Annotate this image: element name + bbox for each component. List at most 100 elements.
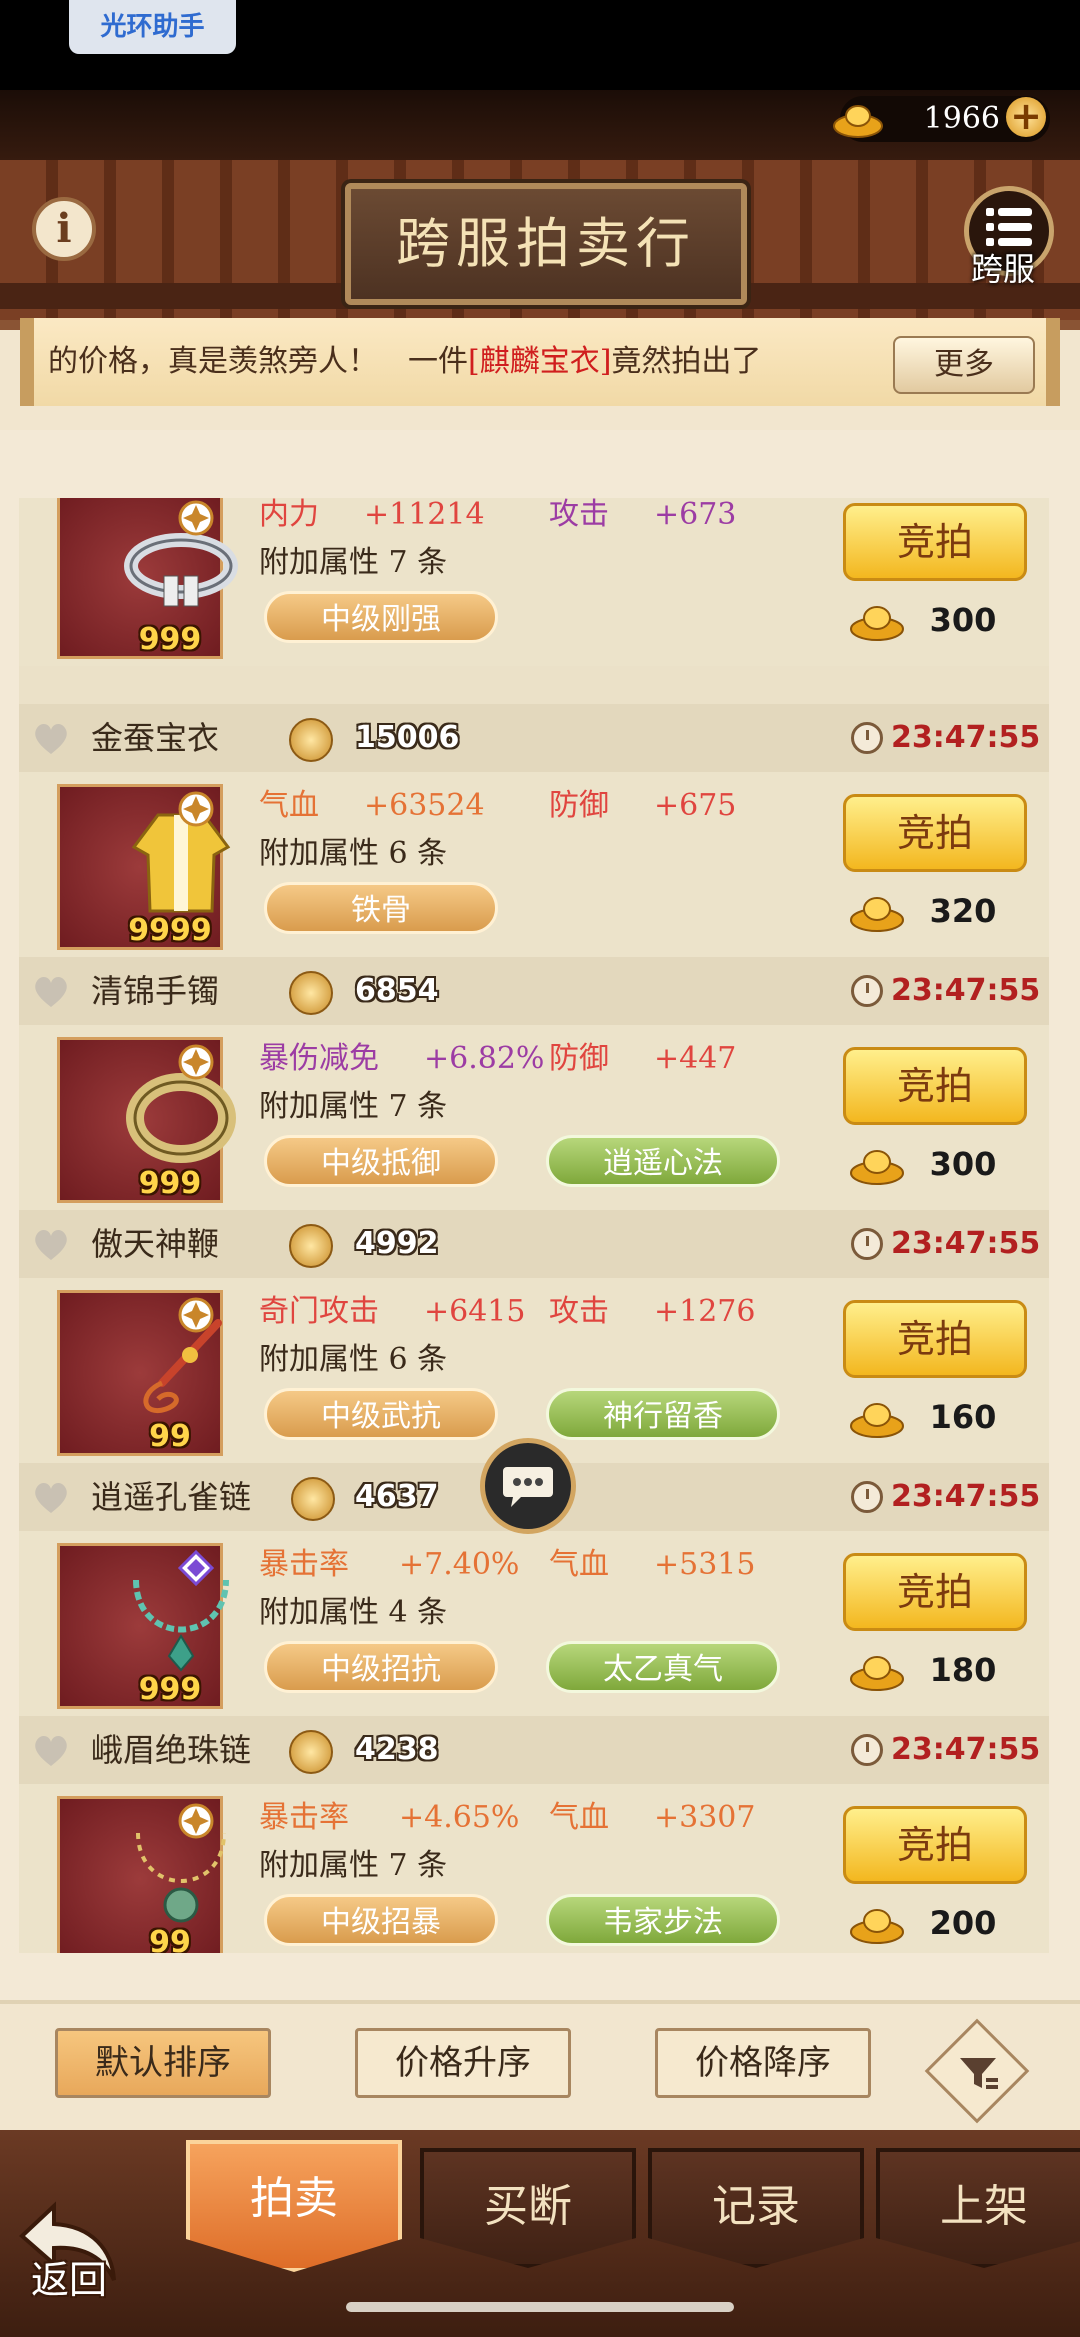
item-price: 4992 bbox=[355, 1226, 439, 1261]
bid-button[interactable]: 竞拍 bbox=[843, 1300, 1027, 1378]
item-name: 逍遥孔雀链 bbox=[91, 1478, 252, 1516]
heart-icon[interactable] bbox=[31, 1479, 71, 1515]
list-item: 傲天神鞭 4992 23:47:55 99 奇门攻击 +6415 攻击 +127… bbox=[19, 1210, 1049, 1463]
list-item: 999 内力 +11214 攻击 +673 附加属性 7 条 中级刚强 竞拍 3… bbox=[19, 498, 1049, 666]
item-quantity: 99 bbox=[149, 1419, 191, 1454]
stat2-value: +5315 bbox=[654, 1547, 756, 1582]
chat-button[interactable] bbox=[480, 1438, 576, 1534]
item-tag: 中级刚强 bbox=[264, 591, 498, 643]
announcement-text: 的价格，真是羡煞旁人！ 一件[麒麟宝衣]竟然拍出了 bbox=[48, 318, 898, 406]
bid-button[interactable]: 竞拍 bbox=[843, 1553, 1027, 1631]
stat2-value: +3307 bbox=[654, 1800, 756, 1835]
clock-icon bbox=[851, 1228, 883, 1260]
bid-button[interactable]: 竞拍 bbox=[843, 1047, 1027, 1125]
item-thumbnail[interactable]: 99 bbox=[57, 1290, 223, 1456]
item-body: 999 暴伤减免 +6.82% 防御 +447 附加属性 7 条 中级抵御 逍遥… bbox=[19, 1025, 1049, 1210]
heart-icon[interactable] bbox=[31, 1226, 71, 1262]
gold-ingot-icon bbox=[850, 1403, 904, 1438]
item-name: 清锦手镯 bbox=[91, 972, 220, 1010]
item-body: 99 暴击率 +4.65% 气血 +3307 附加属性 7 条 中级招暴 韦家步… bbox=[19, 1784, 1049, 1953]
item-header: 峨眉绝珠链 4238 23:47:55 bbox=[19, 1716, 1049, 1784]
bid-coin-icon bbox=[291, 1477, 335, 1521]
bid-price: 300 bbox=[929, 601, 997, 639]
gold-ingot-icon bbox=[850, 1656, 904, 1691]
item-thumbnail[interactable]: 99 bbox=[57, 1796, 226, 1953]
quality-badge-icon bbox=[178, 1044, 214, 1080]
helper-badge[interactable]: 光环助手 bbox=[69, 0, 236, 54]
extra-attributes: 附加属性 7 条 bbox=[259, 1848, 448, 1883]
bid-price: 200 bbox=[929, 1904, 997, 1942]
auction-list[interactable]: 999 内力 +11214 攻击 +673 附加属性 7 条 中级刚强 竞拍 3… bbox=[19, 498, 1049, 1953]
item-tag: 中级招暴 bbox=[264, 1894, 498, 1946]
clock-icon bbox=[851, 975, 883, 1007]
add-currency-icon[interactable]: + bbox=[1006, 97, 1046, 137]
item-thumbnail[interactable]: 9999 bbox=[57, 784, 231, 950]
extra-attributes: 附加属性 6 条 bbox=[259, 1342, 448, 1377]
heart-icon[interactable] bbox=[31, 720, 71, 756]
item-thumbnail[interactable]: 999 bbox=[57, 1037, 236, 1203]
stat1-value: +4.65% bbox=[399, 1800, 520, 1835]
quality-badge-icon bbox=[178, 500, 214, 536]
sort-default-button[interactable]: 默认排序 bbox=[55, 2028, 271, 2098]
list-item: 清锦手镯 6854 23:47:55 999 暴伤减免 +6.82% 防御 +4… bbox=[19, 957, 1049, 1210]
bid-price: 180 bbox=[929, 1651, 997, 1689]
bid-button[interactable]: 竞拍 bbox=[843, 794, 1027, 872]
extra-attributes: 附加属性 4 条 bbox=[259, 1595, 448, 1630]
stat1-name: 奇门攻击 bbox=[259, 1294, 379, 1329]
gold-ingot-icon bbox=[850, 606, 904, 641]
list-item: 峨眉绝珠链 4238 23:47:55 99 暴击率 +4.65% 气血 +33… bbox=[19, 1716, 1049, 1953]
item-quantity: 999 bbox=[138, 1672, 202, 1707]
list-item: 金蚕宝衣 15006 23:47:55 9999 气血 +63524 防御 +6… bbox=[19, 704, 1049, 957]
stat2-name: 攻击 bbox=[549, 1294, 609, 1329]
item-name: 傲天神鞭 bbox=[91, 1225, 220, 1263]
cross-server-label: 跨服 bbox=[970, 250, 1035, 288]
item-time: 23:47:55 bbox=[891, 1479, 1041, 1514]
gold-ingot-icon bbox=[850, 1150, 904, 1185]
item-header: 傲天神鞭 4992 23:47:55 bbox=[19, 1210, 1049, 1278]
item-thumbnail[interactable]: 999 bbox=[57, 498, 238, 659]
item-price: 15006 bbox=[355, 720, 460, 755]
extra-attributes: 附加属性 7 条 bbox=[259, 545, 448, 580]
bid-price: 320 bbox=[929, 892, 997, 930]
item-time: 23:47:55 bbox=[891, 720, 1041, 755]
heart-icon[interactable] bbox=[31, 1732, 71, 1768]
item-name: 峨眉绝珠链 bbox=[91, 1731, 252, 1769]
stat2-name: 气血 bbox=[549, 1547, 609, 1582]
back-label: 返回 bbox=[30, 2258, 107, 2302]
item-body: 999 内力 +11214 攻击 +673 附加属性 7 条 中级刚强 竞拍 3… bbox=[19, 498, 1049, 666]
stat2-value: +675 bbox=[654, 788, 737, 823]
extra-attributes: 附加属性 7 条 bbox=[259, 1089, 448, 1124]
item-time: 23:47:55 bbox=[891, 1732, 1041, 1767]
quality-badge-icon bbox=[178, 1803, 214, 1839]
item-thumbnail[interactable]: 999 bbox=[57, 1543, 229, 1709]
quality-badge-icon bbox=[178, 1297, 214, 1333]
stat2-value: +673 bbox=[654, 498, 737, 532]
stat2-value: +447 bbox=[654, 1041, 737, 1076]
list-icon bbox=[986, 208, 1032, 246]
stat1-name: 气血 bbox=[259, 788, 319, 823]
item-body: 9999 气血 +63524 防御 +675 附加属性 6 条 铁骨 竞拍 32… bbox=[19, 772, 1049, 957]
sort-price-desc-button[interactable]: 价格降序 bbox=[655, 2028, 871, 2098]
stat2-name: 攻击 bbox=[549, 498, 609, 532]
item-tag: 中级招抗 bbox=[264, 1641, 498, 1693]
item-quantity: 999 bbox=[138, 622, 202, 657]
stat2-name: 防御 bbox=[549, 1041, 609, 1076]
stat1-value: +6.82% bbox=[424, 1041, 545, 1076]
info-icon[interactable]: i bbox=[32, 197, 96, 261]
more-button[interactable]: 更多 bbox=[893, 336, 1035, 394]
gold-ingot-icon bbox=[850, 897, 904, 932]
bid-button[interactable]: 竞拍 bbox=[843, 1806, 1027, 1884]
stat2-name: 防御 bbox=[549, 788, 609, 823]
item-tag: 中级武抗 bbox=[264, 1388, 498, 1440]
bid-button[interactable]: 竞拍 bbox=[843, 503, 1027, 581]
stat1-name: 暴击率 bbox=[259, 1800, 349, 1835]
stat1-name: 内力 bbox=[259, 498, 319, 532]
heart-icon[interactable] bbox=[31, 973, 71, 1009]
clock-icon bbox=[851, 722, 883, 754]
sort-price-asc-button[interactable]: 价格升序 bbox=[355, 2028, 571, 2098]
bid-coin-icon bbox=[289, 718, 333, 762]
gold-ingot-icon bbox=[850, 1909, 904, 1944]
announcement-item-name: [麒麟宝衣] bbox=[468, 344, 612, 379]
gold-ingot-icon bbox=[833, 105, 883, 138]
stat1-value: +11214 bbox=[364, 498, 485, 532]
